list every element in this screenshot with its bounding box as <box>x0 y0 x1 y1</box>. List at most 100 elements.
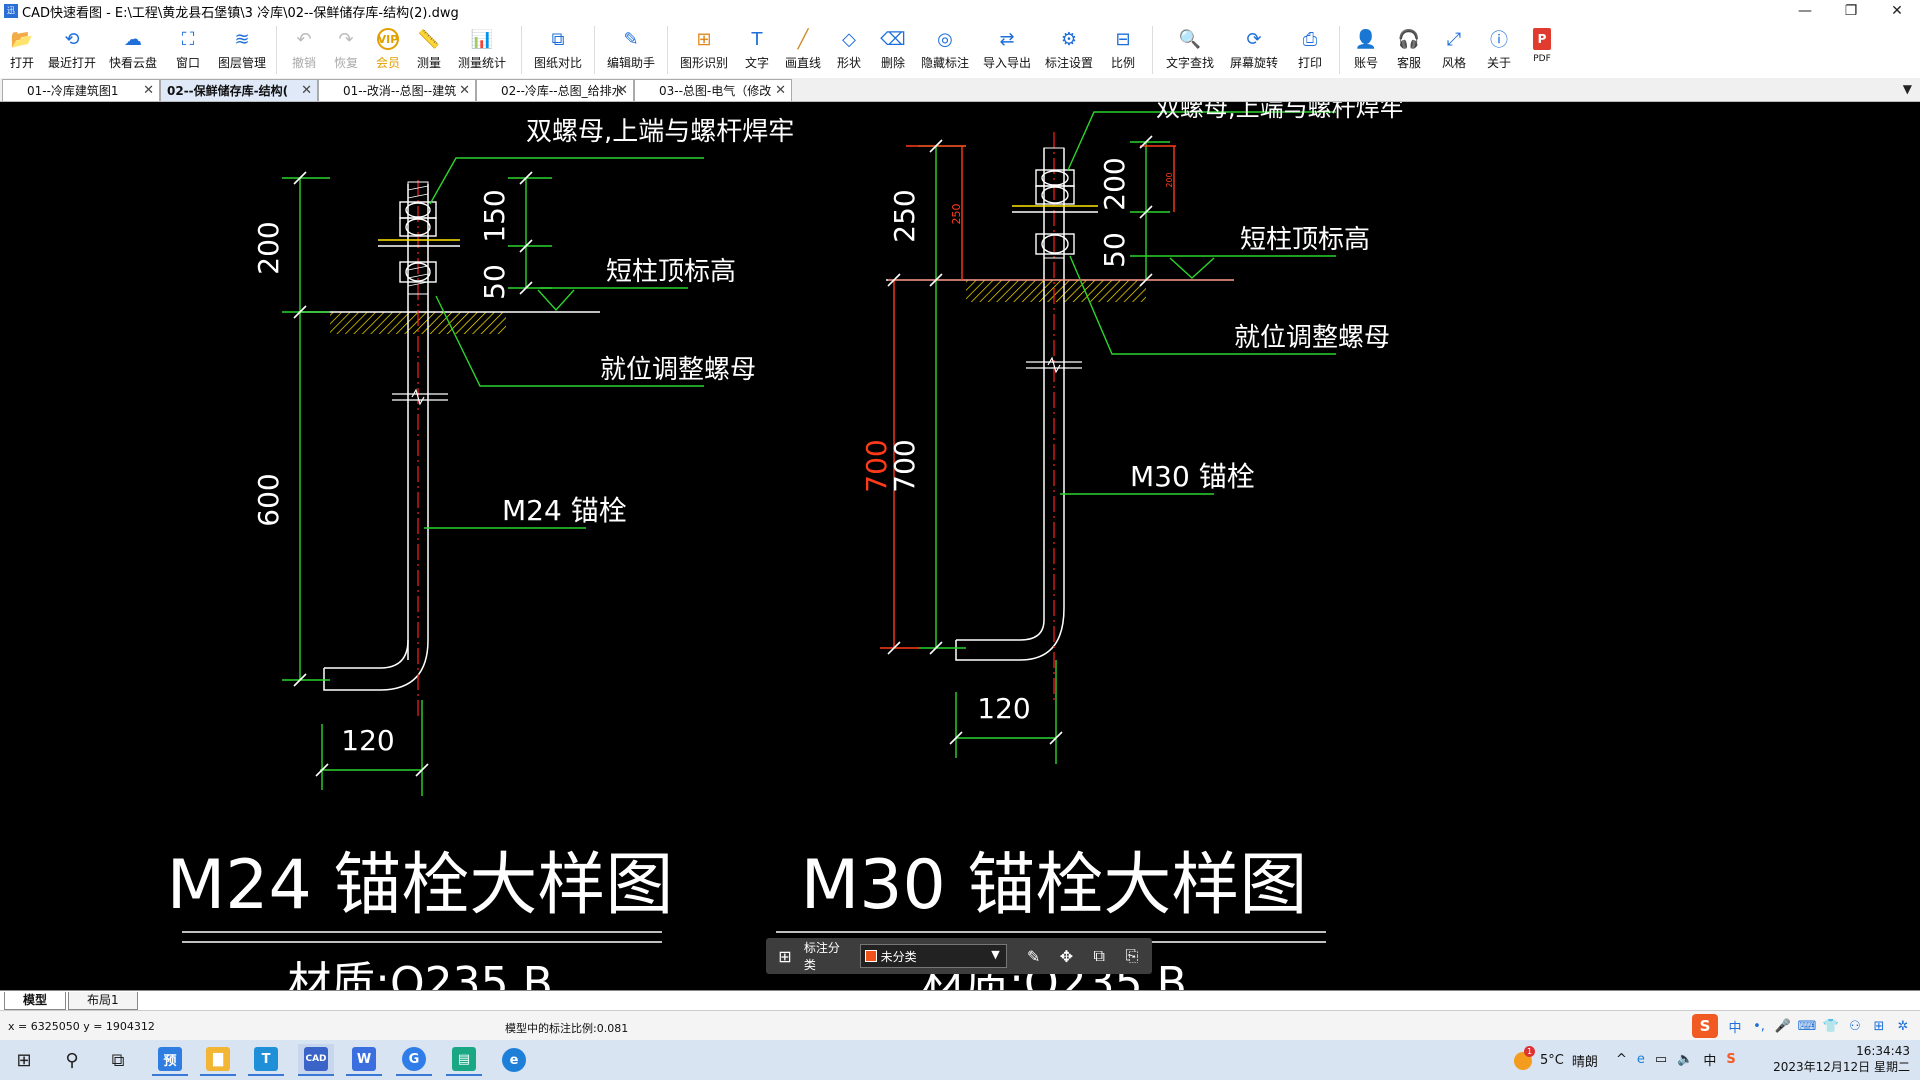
chinese-mode-icon[interactable]: 中 <box>1724 1015 1746 1037</box>
cloud-drive-label: 快看云盘 <box>108 56 157 70</box>
tab-model[interactable]: 模型 <box>4 991 67 1010</box>
m30-red-dimensions <box>880 145 1234 649</box>
text-button[interactable]: T 文字 <box>734 22 780 78</box>
account-button[interactable]: 👤 账号 <box>1346 22 1386 78</box>
toolbox-icon[interactable]: ⊞ <box>1868 1015 1890 1037</box>
tab-document[interactable]: 01--改消--总图--建筑 ✕ <box>318 79 476 101</box>
cad-app-icon: CAD <box>304 1047 328 1071</box>
draw-line-button[interactable]: ╱ 画直线 <box>780 22 826 78</box>
shape-recognition-button[interactable]: ⊞ 图形识别 <box>674 22 734 78</box>
recent-button[interactable]: ⟲ 最近打开 <box>40 22 104 78</box>
shape-recognition-icon: ⊞ <box>696 28 712 50</box>
shape-button[interactable]: ◇ 形状 <box>826 22 872 78</box>
tab-close-icon[interactable]: ✕ <box>143 83 154 98</box>
annotation-scale: 模型中的标注比例:0.081 <box>505 1022 629 1035</box>
compare-button[interactable]: ⧉ 图纸对比 <box>528 22 588 78</box>
hide-annotations-button[interactable]: ◎ 隐藏标注 <box>914 22 976 78</box>
print-button[interactable]: ⎙ 打印 <box>1287 22 1333 78</box>
m24-dim-120: 120 <box>341 724 394 757</box>
style-button[interactable]: ⤢ 风格 <box>1432 22 1476 78</box>
settings-icon: ⚙ <box>1060 28 1078 50</box>
grid-icon[interactable]: ⊞ <box>774 945 796 967</box>
taskbar-app-cad[interactable]: CAD <box>298 1044 334 1076</box>
line-icon: ╱ <box>797 28 809 50</box>
measure-button[interactable]: 📏 测量 <box>409 22 449 78</box>
tab-close-icon[interactable]: ✕ <box>459 83 470 98</box>
weather-widget[interactable]: 1 5°C 晴朗 <box>1514 1045 1598 1070</box>
punctuation-icon[interactable]: •, <box>1748 1015 1770 1037</box>
ime-settings-icon[interactable]: ✲ <box>1892 1015 1914 1037</box>
edge-tray-icon[interactable]: e <box>1637 1052 1645 1067</box>
text-search-button[interactable]: 🔍 文字查找 <box>1159 22 1221 78</box>
taskbar-app-tool[interactable]: ▤ <box>446 1044 482 1076</box>
tab-document[interactable]: 01--冷库建筑图1 ✕ <box>2 79 160 101</box>
volume-icon[interactable]: 🔈 <box>1677 1052 1693 1067</box>
taskbar-app-explorer[interactable]: ▇ <box>200 1044 236 1076</box>
edit-annotation-icon[interactable]: ✎ <box>1021 943 1047 969</box>
redo-button[interactable]: ↷ 恢复 <box>325 22 367 78</box>
import-export-icon: ⇄ <box>999 28 1015 50</box>
tab-close-icon[interactable]: ✕ <box>617 83 628 98</box>
taskbar-app-edge[interactable]: e <box>496 1044 532 1076</box>
paste-annotation-icon[interactable]: ⎘ <box>1119 943 1145 969</box>
task-view-icon[interactable]: ⧉ <box>100 1044 136 1076</box>
keyboard-icon[interactable]: ⌨ <box>1796 1015 1818 1037</box>
window-button[interactable]: ⛶ 窗口 <box>162 22 214 78</box>
undo-button[interactable]: ↶ 撤销 <box>283 22 325 78</box>
microphone-icon[interactable]: 🎤 <box>1772 1015 1794 1037</box>
taskbar-app-browser[interactable]: G <box>396 1044 432 1076</box>
vip-button[interactable]: VIP 会员 <box>367 22 409 78</box>
annotation-category-select[interactable]: 未分类 ▼ <box>859 944 1007 968</box>
move-annotation-icon[interactable]: ✥ <box>1053 943 1079 969</box>
m30-dim-50: 50 <box>1098 232 1131 268</box>
title-bar: 迅 CAD快速看图 - E:\工程\黄龙县石堡镇\3 冷库\02--保鲜储存库-… <box>0 0 1920 22</box>
sogou-tray-icon[interactable]: S <box>1726 1052 1735 1067</box>
cloud-drive-button[interactable]: ☁ 快看云盘 <box>104 22 162 78</box>
tab-list-dropdown-icon[interactable]: ▼ <box>1903 82 1912 96</box>
tab-document[interactable]: 03--总图-电气（修改 ✕ <box>634 79 792 101</box>
undo-icon: ↶ <box>296 28 312 50</box>
layer-manager-button[interactable]: ≋ 图层管理 <box>214 22 270 78</box>
start-button[interactable]: ⊞ <box>6 1044 42 1076</box>
rotate-screen-button[interactable]: ⟳ 屏幕旋转 <box>1221 22 1287 78</box>
search-icon[interactable]: ⚲ <box>54 1044 90 1076</box>
m24-dim-200: 200 <box>252 221 285 274</box>
delete-button[interactable]: ⌫ 删除 <box>872 22 914 78</box>
window-label: 窗口 <box>175 56 200 70</box>
annotation-category-value: 未分类 <box>880 949 917 964</box>
m30-dim-250: 250 <box>888 189 921 242</box>
input-language-icon[interactable]: 中 <box>1703 1050 1716 1069</box>
copy-annotation-icon[interactable]: ⧉ <box>1086 943 1112 969</box>
system-clock[interactable]: 16:34:43 2023年12月12日 星期二 <box>1773 1043 1910 1075</box>
import-export-button[interactable]: ⇄ 导入导出 <box>976 22 1038 78</box>
restore-button[interactable]: ❐ <box>1828 0 1874 22</box>
m24-hook-inner <box>324 639 409 669</box>
taskbar-app-wps[interactable]: W <box>346 1044 382 1076</box>
skin-icon[interactable]: 👕 <box>1820 1015 1842 1037</box>
tab-layout1[interactable]: 布局1 <box>68 991 138 1010</box>
close-button[interactable]: ✕ <box>1874 0 1920 22</box>
taskbar-app-preview[interactable]: 预 <box>152 1044 188 1076</box>
sogou-ime-icon[interactable]: S <box>1692 1014 1718 1038</box>
show-hidden-icons-icon[interactable]: ^ <box>1616 1052 1627 1067</box>
open-button[interactable]: 📂 打开 <box>4 22 40 78</box>
drawing-canvas[interactable]: 双螺母,上端与螺杆焊牢 短柱顶标高 就位调整螺母 M24 锚栓 200 150 … <box>0 102 1920 990</box>
tab-close-icon[interactable]: ✕ <box>301 83 312 98</box>
minimize-button[interactable]: — <box>1782 0 1828 22</box>
edit-assistant-button[interactable]: ✎ 编辑助手 <box>601 22 661 78</box>
rotate-icon: ⟳ <box>1246 28 1262 50</box>
tool-app-icon: ▤ <box>452 1047 476 1071</box>
network-icon[interactable]: ▭ <box>1655 1052 1667 1067</box>
scale-button[interactable]: ⊟ 比例 <box>1100 22 1146 78</box>
tab-document[interactable]: 02--冷库--总图_给排水 ✕ <box>476 79 634 101</box>
annotation-settings-button[interactable]: ⚙ 标注设置 <box>1038 22 1100 78</box>
taskbar-app-text[interactable]: T <box>248 1044 284 1076</box>
about-button[interactable]: ⓘ 关于 <box>1476 22 1522 78</box>
support-button[interactable]: 🎧 客服 <box>1386 22 1432 78</box>
tab-document-active[interactable]: 02--保鲜储存库-结构(2) ✕ <box>160 79 318 101</box>
window-title: CAD快速看图 - E:\工程\黄龙县石堡镇\3 冷库\02--保鲜储存库-结构… <box>22 5 459 21</box>
measure-stats-button[interactable]: 📊 测量统计 <box>449 22 515 78</box>
pdf-button[interactable]: P PDF <box>1522 22 1562 78</box>
emoji-icon[interactable]: ⚇ <box>1844 1015 1866 1037</box>
tab-close-icon[interactable]: ✕ <box>775 83 786 98</box>
